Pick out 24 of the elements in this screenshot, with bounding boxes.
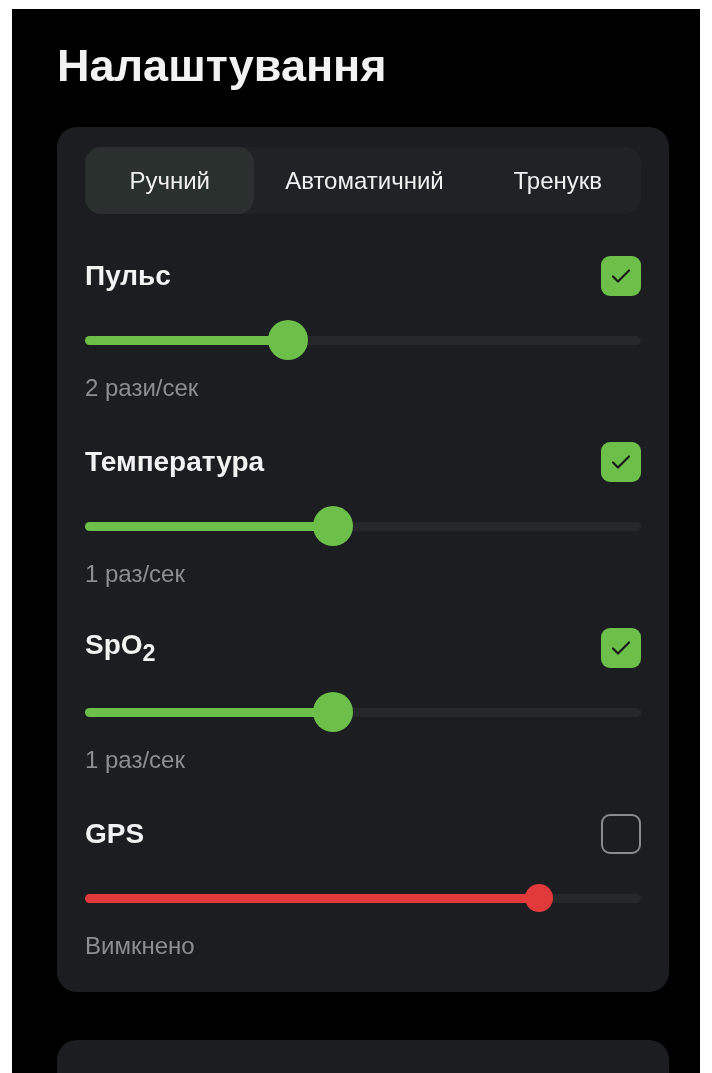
page-title: Налаштування	[57, 39, 388, 93]
slider-track[interactable]	[85, 335, 641, 345]
sensor-label: Пульс	[85, 260, 171, 292]
sensor-label: GPS	[85, 818, 145, 850]
rate-reading: 1 раз/сек	[85, 745, 185, 775]
checkbox[interactable]	[601, 256, 641, 296]
rate-reading: 2 рази/сек	[85, 373, 199, 403]
rate-reading: 1 раз/сек	[85, 559, 185, 589]
slider-thumb[interactable]	[312, 692, 353, 732]
rate-reading: Вимкнено	[85, 931, 195, 961]
sensor-label: SpO$_{2}$	[85, 629, 156, 667]
sensor-label: Температура	[85, 446, 265, 478]
slider-track[interactable]	[85, 707, 641, 717]
tab[interactable]: Ручний	[85, 147, 255, 214]
slider-thumb[interactable]	[525, 884, 554, 912]
checkbox[interactable]	[601, 628, 641, 668]
slider-track[interactable]	[85, 893, 641, 903]
checkbox[interactable]	[601, 442, 641, 482]
slider-thumb[interactable]	[267, 320, 308, 360]
checkbox[interactable]	[601, 814, 641, 854]
slider-thumb[interactable]	[312, 506, 353, 546]
tab[interactable]: Тренукв	[474, 147, 641, 214]
slider-track[interactable]	[85, 521, 641, 531]
tab[interactable]: Автоматичний	[254, 147, 475, 214]
